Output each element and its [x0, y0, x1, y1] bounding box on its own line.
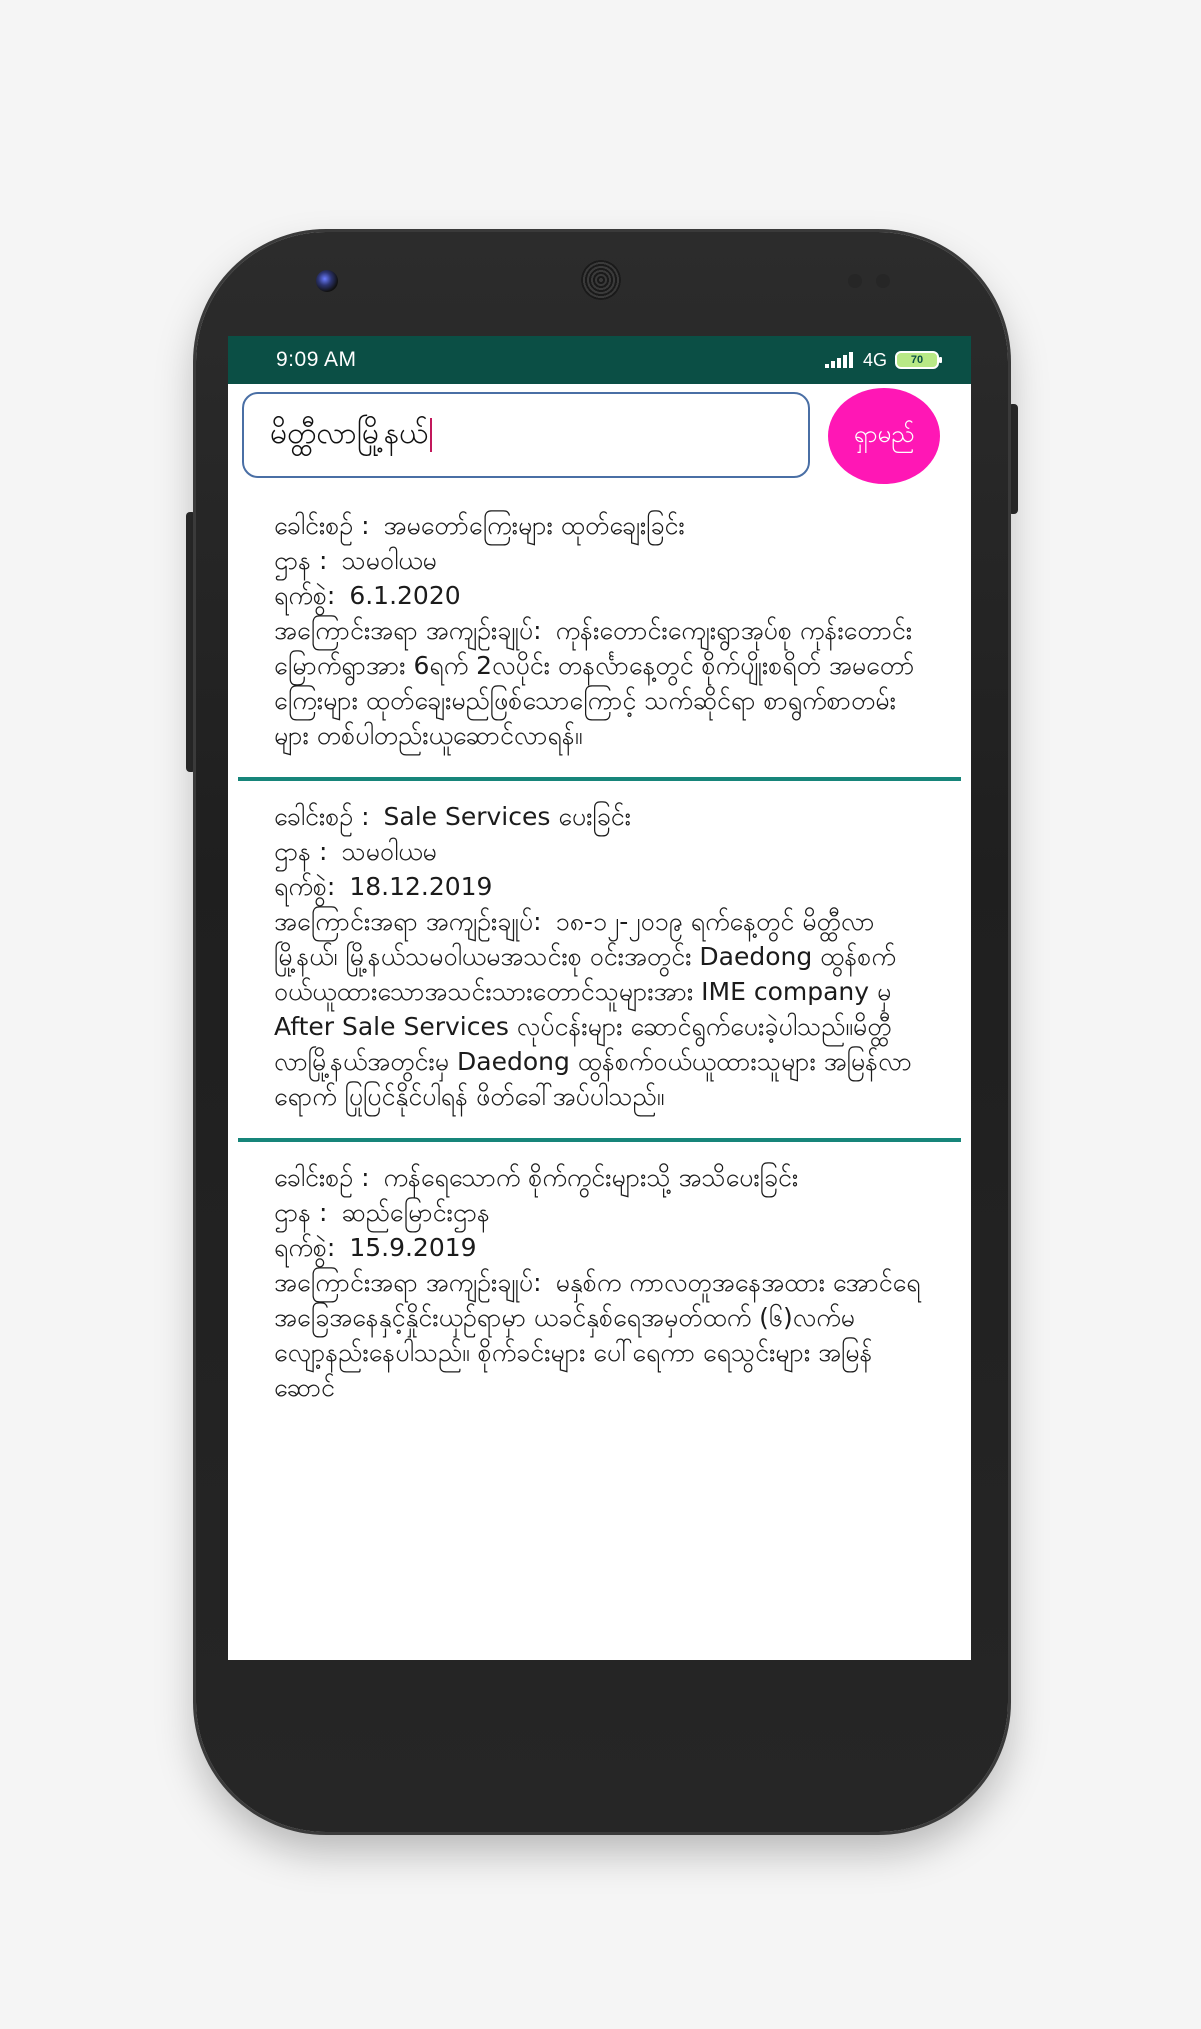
app-screen: 9:09 AM 4G 70 မိတ္ထီလာမြို့နယ် ရှာမည် ခေ…	[228, 336, 971, 1660]
front-camera-icon	[316, 270, 338, 292]
department-label: ဌာန :	[274, 837, 328, 866]
earpiece-speaker-icon	[581, 260, 621, 300]
power-button	[1008, 404, 1018, 514]
battery-level: 70	[910, 354, 924, 366]
department-label: ဌာန :	[274, 1198, 328, 1227]
item-date-row: ရက်စွဲ: 6.1.2020	[274, 578, 925, 613]
network-type: 4G	[862, 349, 887, 370]
item-summary: ၁၈-၁၂-၂၀၁၉ ရက်နေ့တွင် မိတ္ထီလာမြို့နယ်၊ …	[274, 907, 912, 1111]
summary-label: အကြောင်းအရာ အကျဥ်းချုပ်:	[274, 616, 542, 645]
list-item[interactable]: ခေါင်းစဥ် : Sale Services ပေးခြင်း ဌာန : သ…	[238, 781, 961, 1142]
item-summary-row: အကြောင်းအရာ အကျဥ်းချုပ်: ကုန်းတောင်းကျေးရ…	[274, 613, 925, 753]
item-department-row: ဌာန : သမဝါယမ	[274, 543, 925, 578]
volume-button	[186, 512, 196, 772]
date-label: ရက်စွဲ:	[274, 581, 336, 610]
status-time: 9:09 AM	[276, 348, 357, 371]
status-indicators: 4G 70	[824, 349, 942, 371]
light-sensor-icon	[876, 274, 890, 288]
date-label: ရက်စွဲ:	[274, 1233, 336, 1262]
list-item[interactable]: ခေါင်းစဥ် : ကန်ရေသောက် စိုက်ကွင်းများသို့…	[238, 1142, 961, 1429]
item-title-row: ခေါင်းစဥ် : အမတော်ကြေးများ ထုတ်ချေးခြင်း	[274, 508, 925, 543]
title-label: ခေါင်းစဥ် :	[274, 802, 370, 831]
department-label: ဌာန :	[274, 546, 328, 575]
summary-label: အကြောင်းအရာ အကျဥ်းချုပ်:	[274, 907, 542, 936]
item-department: ဆည်မြောင်းဌာန	[341, 1198, 490, 1227]
item-department-row: ဌာန : ဆည်မြောင်းဌာန	[274, 1195, 925, 1230]
item-title-row: ခေါင်းစဥ် : ကန်ရေသောက် စိုက်ကွင်းများသို့…	[274, 1160, 925, 1195]
list-item[interactable]: ခေါင်းစဥ် : အမတော်ကြေးများ ထုတ်ချေးခြင်း …	[238, 490, 961, 781]
item-date-row: ရက်စွဲ: 15.9.2019	[274, 1230, 925, 1265]
item-title: အမတော်ကြေးများ ထုတ်ချေးခြင်း	[383, 511, 685, 540]
search-button[interactable]: ရှာမည်	[828, 388, 940, 484]
item-date: 6.1.2020	[349, 581, 461, 610]
item-summary-row: အကြောင်းအရာ အကျဥ်းချုပ်: ၁၈-၁၂-၂၀၁၉ ရက်နေ…	[274, 904, 925, 1114]
title-label: ခေါင်းစဥ် :	[274, 511, 370, 540]
item-date: 18.12.2019	[349, 872, 493, 901]
item-title: Sale Services ပေးခြင်း	[383, 802, 632, 831]
item-summary-row: အကြောင်းအရာ အကျဥ်းချုပ်: မနှစ်က ကာလတူအနေအ…	[274, 1265, 925, 1405]
text-caret	[430, 418, 433, 452]
summary-label: အကြောင်းအရာ အကျဥ်းချုပ်:	[274, 1268, 542, 1297]
item-department-row: ဌာန : သမဝါယမ	[274, 834, 925, 869]
item-department: သမဝါယမ	[341, 546, 437, 575]
item-date: 15.9.2019	[349, 1233, 477, 1262]
item-date-row: ရက်စွဲ: 18.12.2019	[274, 869, 925, 904]
item-title: ကန်ရေသောက် စိုက်ကွင်းများသို့ အသိပေးခြင်…	[383, 1163, 799, 1192]
search-bar: မိတ္ထီလာမြို့နယ် ရှာမည်	[228, 384, 971, 490]
status-bar: 9:09 AM 4G 70	[228, 336, 971, 384]
signal-icon	[824, 352, 855, 368]
proximity-sensor-icon	[848, 274, 862, 288]
search-input-value: မိတ္ထီလာမြို့နယ်	[270, 415, 429, 451]
title-label: ခေါင်းစဥ် :	[274, 1163, 370, 1192]
results-list: ခေါင်းစဥ် : အမတော်ကြေးများ ထုတ်ချေးခြင်း …	[228, 490, 971, 1429]
item-title-row: ခေါင်းစဥ် : Sale Services ပေးခြင်း	[274, 799, 925, 834]
item-department: သမဝါယမ	[341, 837, 437, 866]
date-label: ရက်စွဲ:	[274, 872, 336, 901]
battery-icon: 70	[895, 351, 942, 369]
search-input[interactable]: မိတ္ထီလာမြို့နယ်	[242, 392, 810, 478]
